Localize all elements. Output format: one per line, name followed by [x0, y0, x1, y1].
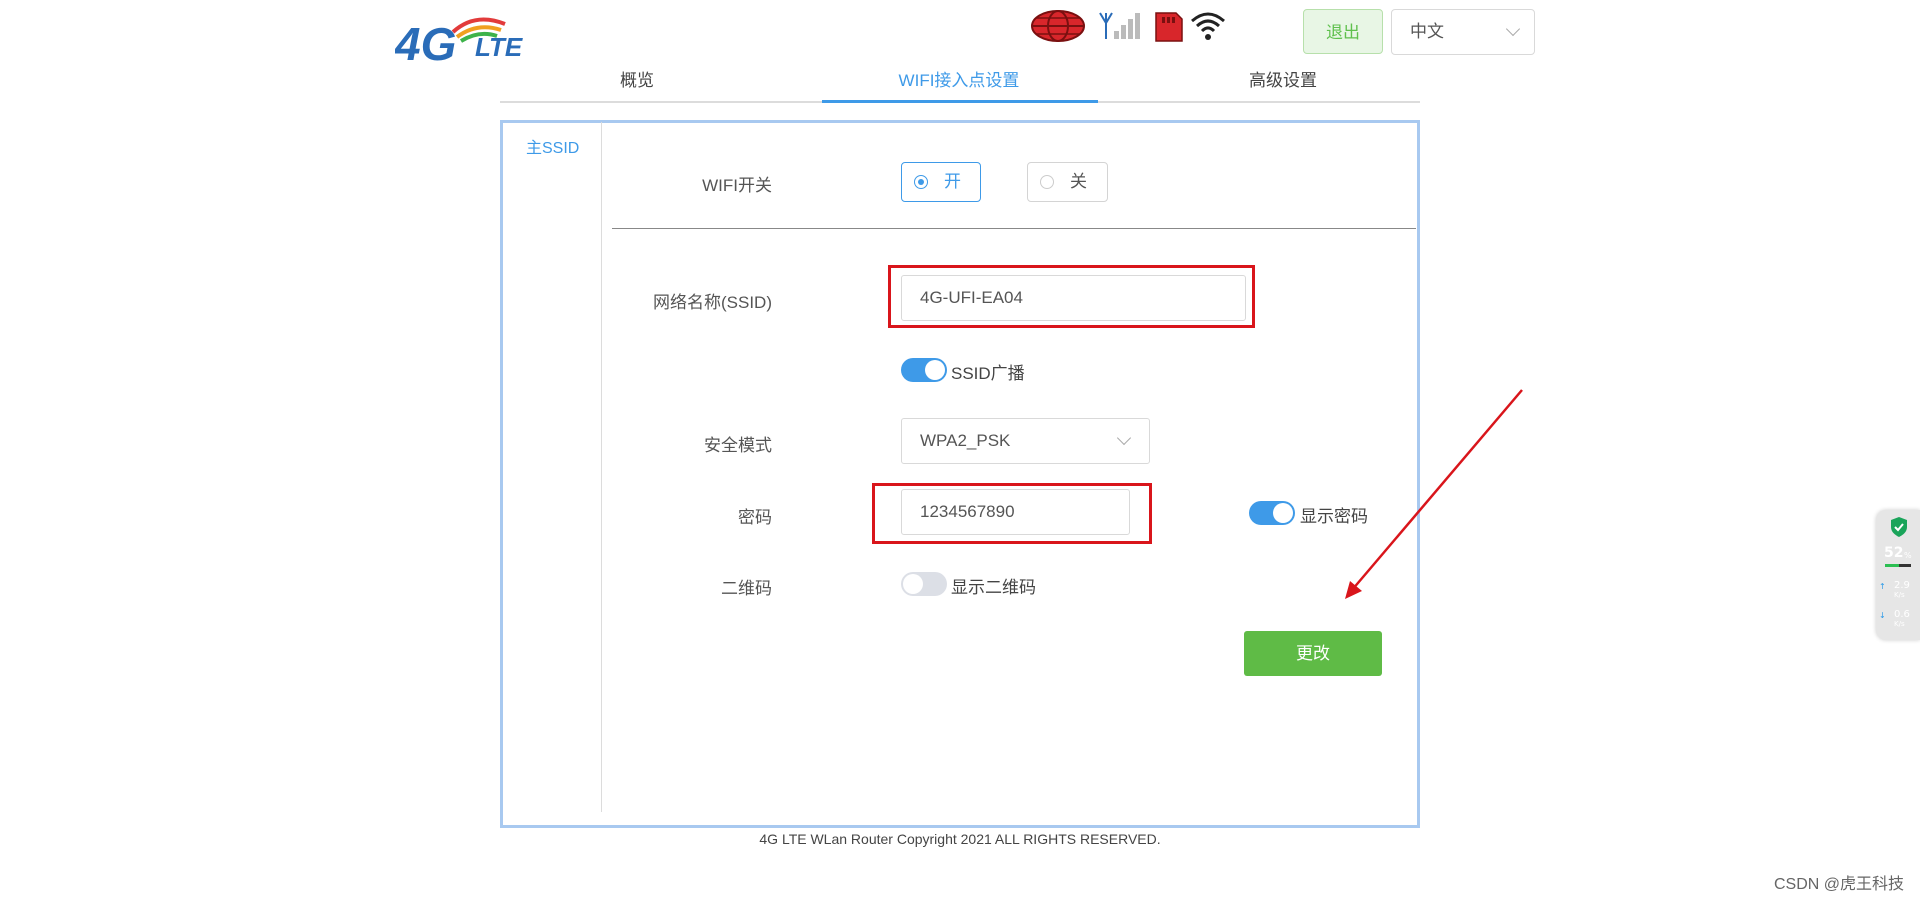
security-mode-value: WPA2_PSK	[920, 431, 1011, 450]
svg-text:4G: 4G	[395, 18, 456, 70]
ssid-broadcast-toggle[interactable]	[901, 358, 947, 382]
ssid-label: 网络名称(SSID)	[653, 293, 772, 312]
language-value: 中文	[1410, 22, 1444, 41]
upload-unit: K/s	[1894, 591, 1905, 599]
show-password-toggle[interactable]	[1249, 501, 1295, 525]
download-arrow-icon: ↓	[1879, 611, 1886, 620]
wifi-off-radio[interactable]: 关	[1027, 162, 1108, 202]
section-divider	[612, 228, 1416, 229]
wifi-switch-label: WIFI开关	[702, 176, 772, 195]
download-speed: 0.6	[1894, 609, 1910, 620]
shield-icon	[1891, 517, 1907, 537]
qrcode-label: 二维码	[721, 579, 772, 598]
side-tab-main-ssid[interactable]: 主SSID	[526, 134, 579, 158]
chevron-down-icon	[1505, 21, 1521, 37]
upload-arrow-icon: ↑	[1879, 582, 1886, 591]
security-mode-select[interactable]: WPA2_PSK	[901, 418, 1150, 464]
wifi-off-label: 关	[1070, 172, 1087, 191]
signal-icon	[1099, 12, 1140, 39]
ssid-broadcast-label: SSID广播	[951, 364, 1025, 383]
sim-card-icon	[1155, 12, 1183, 42]
radio-checked-icon	[914, 175, 928, 189]
language-select[interactable]: 中文	[1391, 9, 1535, 55]
show-qrcode-toggle[interactable]	[901, 572, 947, 596]
logout-button[interactable]: 退出	[1303, 9, 1383, 54]
side-divider	[601, 122, 602, 812]
ssid-input[interactable]: 4G-UFI-EA04	[901, 275, 1246, 321]
usage-bar	[1885, 564, 1911, 567]
watermark: CSDN @虎王科技	[1773, 876, 1904, 893]
wifi-on-radio[interactable]: 开	[901, 162, 981, 202]
upload-speed: 2.9	[1894, 580, 1910, 591]
chevron-down-icon	[1116, 430, 1132, 446]
show-qrcode-label: 显示二维码	[951, 578, 1036, 597]
network-speed-widget[interactable]: 52 % ↑ 2.9 K/s ↓ 0.6 K/s	[1876, 510, 1920, 640]
radio-unchecked-icon	[1040, 175, 1054, 189]
wifi-on-label: 开	[944, 172, 961, 191]
settings-panel	[500, 120, 1420, 828]
annotation-arrow	[1345, 389, 1523, 599]
security-mode-label: 安全模式	[704, 436, 772, 455]
battery-percent: 52	[1884, 545, 1904, 561]
percent-unit: %	[1904, 551, 1912, 560]
tab-advanced-settings[interactable]: 高级设置	[1146, 62, 1420, 100]
download-unit: K/s	[1894, 620, 1905, 628]
active-tab-indicator	[822, 100, 1098, 103]
footer-copyright: 4G LTE WLan Router Copyright 2021 ALL RI…	[759, 831, 1161, 847]
password-label: 密码	[738, 508, 772, 527]
globe-icon	[1031, 10, 1085, 42]
password-input[interactable]: 1234567890	[901, 489, 1130, 535]
change-button[interactable]: 更改	[1244, 631, 1382, 676]
tab-wifi-ap-settings[interactable]: WIFI接入点设置	[822, 62, 1096, 100]
wifi-icon	[1191, 12, 1225, 40]
main-tabs: 概览 WIFI接入点设置 高级设置	[500, 62, 1420, 104]
svg-text:LTE: LTE	[475, 32, 523, 62]
tab-overview[interactable]: 概览	[500, 62, 774, 100]
